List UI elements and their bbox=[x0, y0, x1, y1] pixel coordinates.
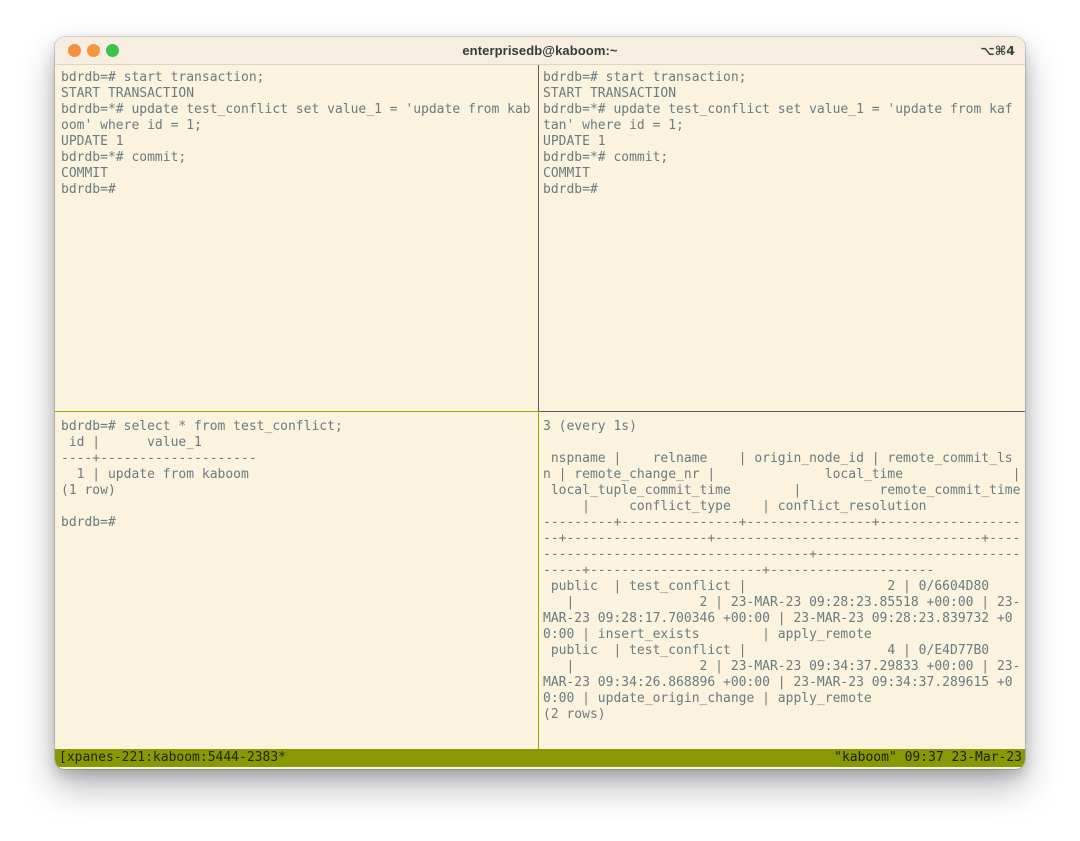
terminal-window: enterprisedb@kaboom:~ ⌥⌘4 bdrdb=# start … bbox=[55, 37, 1025, 769]
desktop: enterprisedb@kaboom:~ ⌥⌘4 bdrdb=# start … bbox=[0, 0, 1080, 841]
close-button[interactable] bbox=[68, 44, 81, 57]
tab-shortcut-badge: ⌥⌘4 bbox=[980, 43, 1015, 58]
top-pane-row: bdrdb=# start transaction; START TRANSAC… bbox=[55, 65, 1025, 411]
window-title: enterprisedb@kaboom:~ bbox=[462, 43, 618, 58]
zoom-button[interactable] bbox=[106, 44, 119, 57]
pane-top-left[interactable]: bdrdb=# start transaction; START TRANSAC… bbox=[55, 65, 539, 411]
titlebar[interactable]: enterprisedb@kaboom:~ ⌥⌘4 bbox=[55, 37, 1025, 65]
pane-top-left-output: bdrdb=# start transaction; START TRANSAC… bbox=[61, 70, 531, 197]
pane-bottom-left-output: bdrdb=# select * from test_conflict; id … bbox=[61, 419, 343, 530]
pane-top-right[interactable]: bdrdb=# start transaction; START TRANSAC… bbox=[539, 65, 1025, 411]
pane-bottom-right-output: 3 (every 1s) nspname | relname | origin_… bbox=[543, 419, 1021, 722]
window-bottom-strip bbox=[55, 767, 1025, 769]
minimize-button[interactable] bbox=[87, 44, 100, 57]
tmux-status-right: "kaboom" 09:37 23-Mar-23 bbox=[834, 750, 1022, 765]
pane-bottom-left-active[interactable]: bdrdb=# select * from test_conflict; id … bbox=[55, 411, 539, 749]
tmux-status-bar: [xpanes-221:kaboom:5444-2383* "kaboom" 0… bbox=[55, 749, 1025, 767]
pane-bottom-right[interactable]: 3 (every 1s) nspname | relname | origin_… bbox=[539, 411, 1025, 749]
tmux-session: bdrdb=# start transaction; START TRANSAC… bbox=[55, 65, 1025, 769]
tmux-session-window-item[interactable]: [xpanes-221:kaboom:5444-2383* bbox=[59, 749, 286, 767]
pane-top-right-output: bdrdb=# start transaction; START TRANSAC… bbox=[543, 70, 1013, 197]
traffic-lights bbox=[68, 37, 119, 64]
bottom-pane-row: bdrdb=# select * from test_conflict; id … bbox=[55, 411, 1025, 749]
